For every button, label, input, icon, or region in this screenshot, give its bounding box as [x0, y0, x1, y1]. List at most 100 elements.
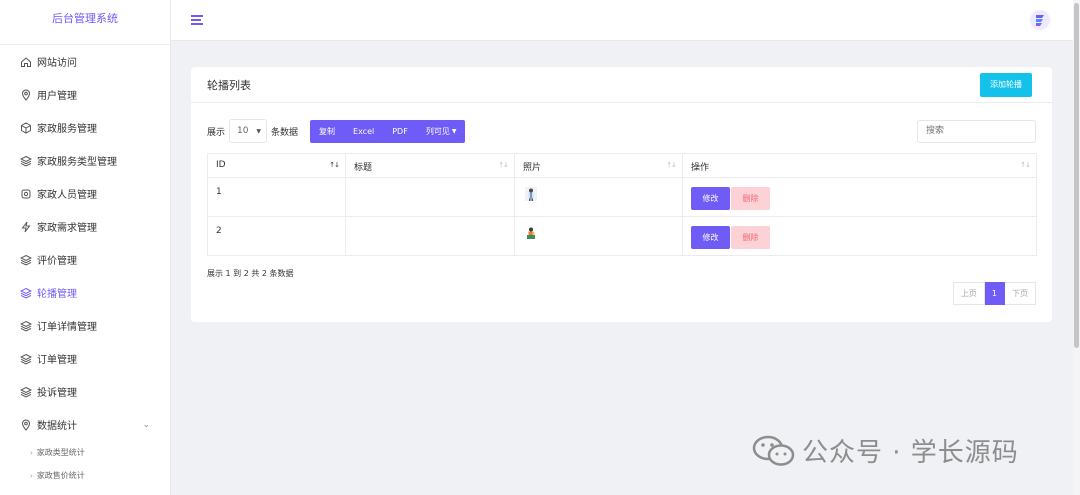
sidebar-item-complaints[interactable]: 投诉管理 — [0, 375, 170, 408]
sort-icon: ↑↓ — [498, 161, 509, 169]
column-header-label: 照片 — [523, 163, 542, 173]
sidebar-item-label: 订单详情管理 — [37, 322, 97, 333]
next-page-button[interactable]: 下页 — [1005, 282, 1036, 305]
table-info: 展示 1 到 2 共 2 条数据 — [207, 269, 294, 278]
page-length-select[interactable]: 10 ▼ — [229, 119, 268, 143]
location-pin-icon — [20, 89, 32, 101]
sidebar-item-label: 用户管理 — [37, 91, 77, 102]
cell-actions: 修改 删除 — [682, 177, 1037, 217]
sidebar-item-reviews[interactable]: 评价管理 — [0, 243, 170, 276]
search-input[interactable] — [917, 119, 1036, 143]
sidebar-item-label: 家政服务管理 — [37, 124, 97, 135]
watermark: 公众号 · 学长源码 — [752, 432, 1019, 469]
column-header-label: 操作 — [691, 163, 710, 173]
column-header-id[interactable]: ID ↑↓ — [207, 153, 346, 178]
pdf-button[interactable]: PDF — [383, 120, 417, 143]
prev-page-button[interactable]: 上页 — [952, 282, 985, 305]
sidebar-item-label: 数据统计 — [37, 421, 77, 432]
settings-icon — [20, 188, 32, 200]
lightning-icon — [20, 221, 32, 233]
sidebar-item-label: 轮播管理 — [37, 289, 77, 300]
watermark-text: 公众号 · 学长源码 — [802, 438, 1019, 468]
sidebar-item-carousel[interactable]: 轮播管理 — [0, 276, 170, 309]
edit-button[interactable]: 修改 — [691, 187, 730, 210]
location-pin-icon — [20, 419, 32, 431]
sidebar-subitem-label: 家政类型统计 — [36, 448, 85, 457]
sidebar-subitem-type-stats[interactable]: › 家政类型统计 — [0, 441, 170, 464]
app-title[interactable]: 后台管理系统 — [0, 0, 170, 45]
column-header-title[interactable]: 标题 ↑↓ — [345, 153, 515, 178]
edit-button[interactable]: 修改 — [691, 226, 730, 249]
person-thumbnail — [525, 187, 537, 201]
cell-photo — [514, 177, 683, 217]
sidebar-item-statistics[interactable]: 数据统计 ⌄ — [0, 408, 170, 441]
layers-icon — [20, 386, 32, 398]
column-visibility-label: 列可见 — [425, 126, 450, 136]
page-scrollbar[interactable] — [1073, 0, 1080, 495]
sort-asc-icon: ↑↓ — [329, 161, 340, 169]
table-header-row: ID ↑↓ 标题 ↑↓ 照片 ↑↓ 操作 ↑↓ — [207, 153, 1037, 178]
sidebar-item-label: 网站访问 — [37, 58, 77, 69]
home-icon — [20, 56, 32, 68]
delete-button[interactable]: 删除 — [731, 226, 770, 249]
carousel-table: ID ↑↓ 标题 ↑↓ 照片 ↑↓ 操作 ↑↓ 1 修改 删除 2 修改 删除 — [207, 153, 1037, 256]
layers-icon — [20, 287, 32, 299]
add-carousel-button[interactable]: 添加轮播 — [980, 72, 1032, 97]
delete-button[interactable]: 删除 — [731, 187, 770, 210]
sidebar-item-demand[interactable]: 家政需求管理 — [0, 210, 170, 243]
cube-icon — [20, 121, 32, 134]
sidebar-item-label: 家政人员管理 — [37, 190, 97, 201]
carousel-list-card: 轮播列表 添加轮播 展示 10 ▼ 条数据 复制 Excel PDF 列可见 ▼ … — [191, 67, 1052, 322]
sidebar-item-order-details[interactable]: 订单详情管理 — [0, 309, 170, 342]
caret-down-icon: ▼ — [256, 127, 262, 135]
column-header-photo[interactable]: 照片 ↑↓ — [514, 153, 683, 178]
sidebar-item-service[interactable]: 家政服务管理 — [0, 111, 170, 144]
sidebar-subitem-label: 家政售价统计 — [36, 471, 85, 480]
table-toolbar: 展示 10 ▼ 条数据 复制 Excel PDF 列可见 ▼ — [207, 119, 1036, 143]
chevron-right-icon: › — [30, 448, 33, 457]
cell-id: 1 — [207, 177, 346, 217]
copy-button[interactable]: 复制 — [310, 120, 344, 143]
person-thumbnail — [525, 226, 537, 240]
layers-icon — [20, 320, 32, 332]
sort-icon: ↑↓ — [666, 161, 677, 169]
layers-icon — [20, 353, 32, 365]
cell-title — [345, 216, 515, 256]
cell-actions: 修改 删除 — [682, 216, 1037, 256]
show-label: 展示 — [207, 127, 226, 138]
sidebar-item-service-type[interactable]: 家政服务类型管理 — [0, 144, 170, 177]
cell-id: 2 — [207, 216, 346, 256]
excel-button[interactable]: Excel — [344, 120, 383, 143]
page-title: 轮播列表 — [207, 78, 251, 92]
sidebar-subitem-price-stats[interactable]: › 家政售价统计 — [0, 464, 170, 487]
layers-icon — [20, 254, 32, 266]
card-header: 轮播列表 添加轮播 — [191, 67, 1052, 103]
sidebar: 后台管理系统 网站访问 用户管理 家政服务管理 家政服务类型管理 家政人员管理 … — [0, 0, 171, 495]
wechat-icon — [752, 435, 795, 466]
column-visibility-button[interactable]: 列可见 ▼ — [417, 120, 466, 143]
scrollbar-thumb[interactable] — [1074, 3, 1079, 348]
sidebar-item-orders[interactable]: 订单管理 — [0, 342, 170, 375]
top-bar — [171, 0, 1080, 41]
sidebar-item-users[interactable]: 用户管理 — [0, 78, 170, 111]
cell-title — [345, 177, 515, 217]
sidebar-item-label: 家政服务类型管理 — [37, 157, 117, 168]
sidebar-item-label: 家政需求管理 — [37, 223, 97, 234]
sidebar-item-website-visits[interactable]: 网站访问 — [0, 45, 170, 78]
sidebar-item-label: 评价管理 — [37, 256, 77, 267]
pagination: 上页 1 下页 — [952, 282, 1036, 305]
page-length-value: 10 — [237, 126, 249, 136]
layers-icon — [20, 155, 32, 167]
export-button-group: 复制 Excel PDF 列可见 ▼ — [310, 119, 466, 143]
sidebar-item-staff[interactable]: 家政人员管理 — [0, 177, 170, 210]
menu-toggle-icon[interactable] — [191, 15, 203, 25]
app-logo-icon[interactable] — [1030, 10, 1050, 30]
sidebar-item-label: 订单管理 — [37, 355, 77, 366]
column-header-actions[interactable]: 操作 ↑↓ — [682, 153, 1037, 178]
caret-down-icon: ▼ — [451, 127, 457, 135]
entries-label: 条数据 — [271, 127, 299, 138]
column-header-label: ID — [216, 160, 226, 170]
page-1-button[interactable]: 1 — [984, 282, 1005, 305]
cell-photo — [514, 216, 683, 256]
table-row: 2 修改 删除 — [207, 216, 1037, 256]
